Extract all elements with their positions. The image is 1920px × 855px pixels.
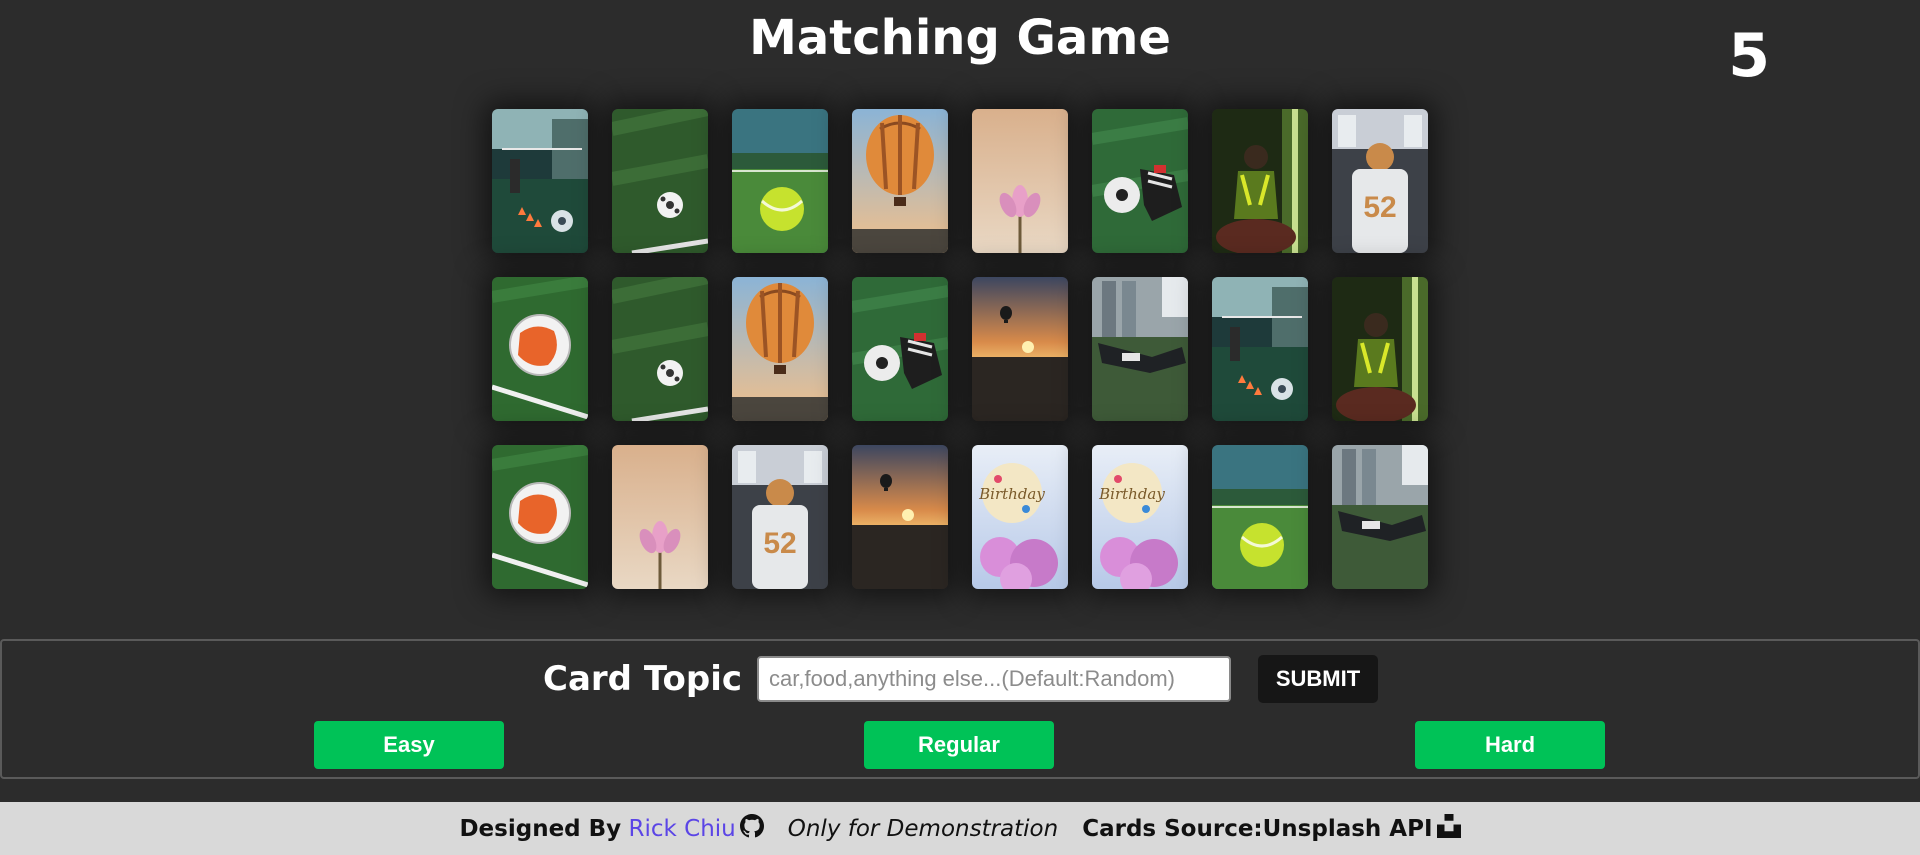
- card-soccer-ball-on-grass[interactable]: [612, 277, 708, 421]
- card-player-lying-on-grass[interactable]: [1332, 445, 1428, 589]
- sunset-balloon-image: [852, 445, 948, 589]
- card-soccer-training-cones[interactable]: [1212, 277, 1308, 421]
- unsplash-icon[interactable]: [1436, 813, 1461, 844]
- easy-button[interactable]: Easy: [314, 721, 504, 769]
- card-player-lying-on-grass[interactable]: [1092, 277, 1188, 421]
- footer: Designed By Rick Chiu Only for Demonstra…: [0, 802, 1920, 855]
- soccer-cleats-and-ball-image: [852, 277, 948, 421]
- hard-button[interactable]: Hard: [1415, 721, 1605, 769]
- birthday-balloons-image: Birthday: [972, 445, 1068, 589]
- soccer-ball-on-grass-image: [612, 109, 708, 253]
- card-orange-soccer-ball[interactable]: [492, 277, 588, 421]
- orange-soccer-ball-image: [492, 277, 588, 421]
- card-orange-soccer-ball[interactable]: [492, 445, 588, 589]
- pink-lotus-flower-image: [612, 445, 708, 589]
- soccer-cleats-and-ball-image: [1092, 109, 1188, 253]
- github-icon[interactable]: [739, 813, 764, 844]
- card-topic-label: Card Topic: [543, 659, 743, 699]
- svg-text:Birthday: Birthday: [1098, 485, 1165, 503]
- svg-text:52: 52: [763, 527, 796, 560]
- hot-air-balloon-image: [732, 277, 828, 421]
- tennis-ball-image: [732, 109, 828, 253]
- soccer-ball-on-grass-image: [612, 277, 708, 421]
- hot-air-balloon-image: [852, 109, 948, 253]
- sunset-balloon-image: [972, 277, 1068, 421]
- football-player-52-image: 52: [732, 445, 828, 589]
- person-in-green-room-image: [1332, 277, 1428, 421]
- card-person-in-green-room[interactable]: [1212, 109, 1308, 253]
- card-football-player-52[interactable]: 52: [1332, 109, 1428, 253]
- birthday-balloons-image: Birthday: [1092, 445, 1188, 589]
- card-soccer-cleats-and-ball[interactable]: [1092, 109, 1188, 253]
- card-board: 52 52 Birthday Birthday: [492, 109, 1428, 589]
- regular-button[interactable]: Regular: [864, 721, 1054, 769]
- svg-text:Birthday: Birthday: [978, 485, 1045, 503]
- card-person-in-green-room[interactable]: [1332, 277, 1428, 421]
- card-tennis-ball[interactable]: [1212, 445, 1308, 589]
- card-pink-lotus-flower[interactable]: [612, 445, 708, 589]
- card-sunset-balloon[interactable]: [972, 277, 1068, 421]
- svg-text:52: 52: [1363, 191, 1396, 224]
- football-player-52-image: 52: [1332, 109, 1428, 253]
- card-soccer-cleats-and-ball[interactable]: [852, 277, 948, 421]
- designed-by-text: Designed By: [459, 815, 622, 842]
- demo-note: Only for Demonstration: [787, 815, 1059, 842]
- author-link[interactable]: Rick Chiu: [628, 816, 735, 842]
- card-hot-air-balloon[interactable]: [852, 109, 948, 253]
- game-title: Matching Game: [749, 10, 1171, 66]
- card-pink-lotus-flower[interactable]: [972, 109, 1068, 253]
- score-counter: 5: [1728, 21, 1770, 91]
- card-sunset-balloon[interactable]: [852, 445, 948, 589]
- player-lying-on-grass-image: [1092, 277, 1188, 421]
- soccer-training-cones-image: [492, 109, 588, 253]
- pink-lotus-flower-image: [972, 109, 1068, 253]
- card-soccer-training-cones[interactable]: [492, 109, 588, 253]
- card-soccer-ball-on-grass[interactable]: [612, 109, 708, 253]
- tennis-ball-image: [1212, 445, 1308, 589]
- player-lying-on-grass-image: [1332, 445, 1428, 589]
- cards-source-text: Cards Source:Unsplash API: [1082, 815, 1433, 842]
- soccer-training-cones-image: [1212, 277, 1308, 421]
- card-topic-input[interactable]: [757, 656, 1231, 702]
- card-football-player-52[interactable]: 52: [732, 445, 828, 589]
- orange-soccer-ball-image: [492, 445, 588, 589]
- submit-button[interactable]: SUBMIT: [1258, 655, 1378, 703]
- card-tennis-ball[interactable]: [732, 109, 828, 253]
- card-birthday-balloons[interactable]: Birthday: [972, 445, 1068, 589]
- card-birthday-balloons[interactable]: Birthday: [1092, 445, 1188, 589]
- person-in-green-room-image: [1212, 109, 1308, 253]
- card-hot-air-balloon[interactable]: [732, 277, 828, 421]
